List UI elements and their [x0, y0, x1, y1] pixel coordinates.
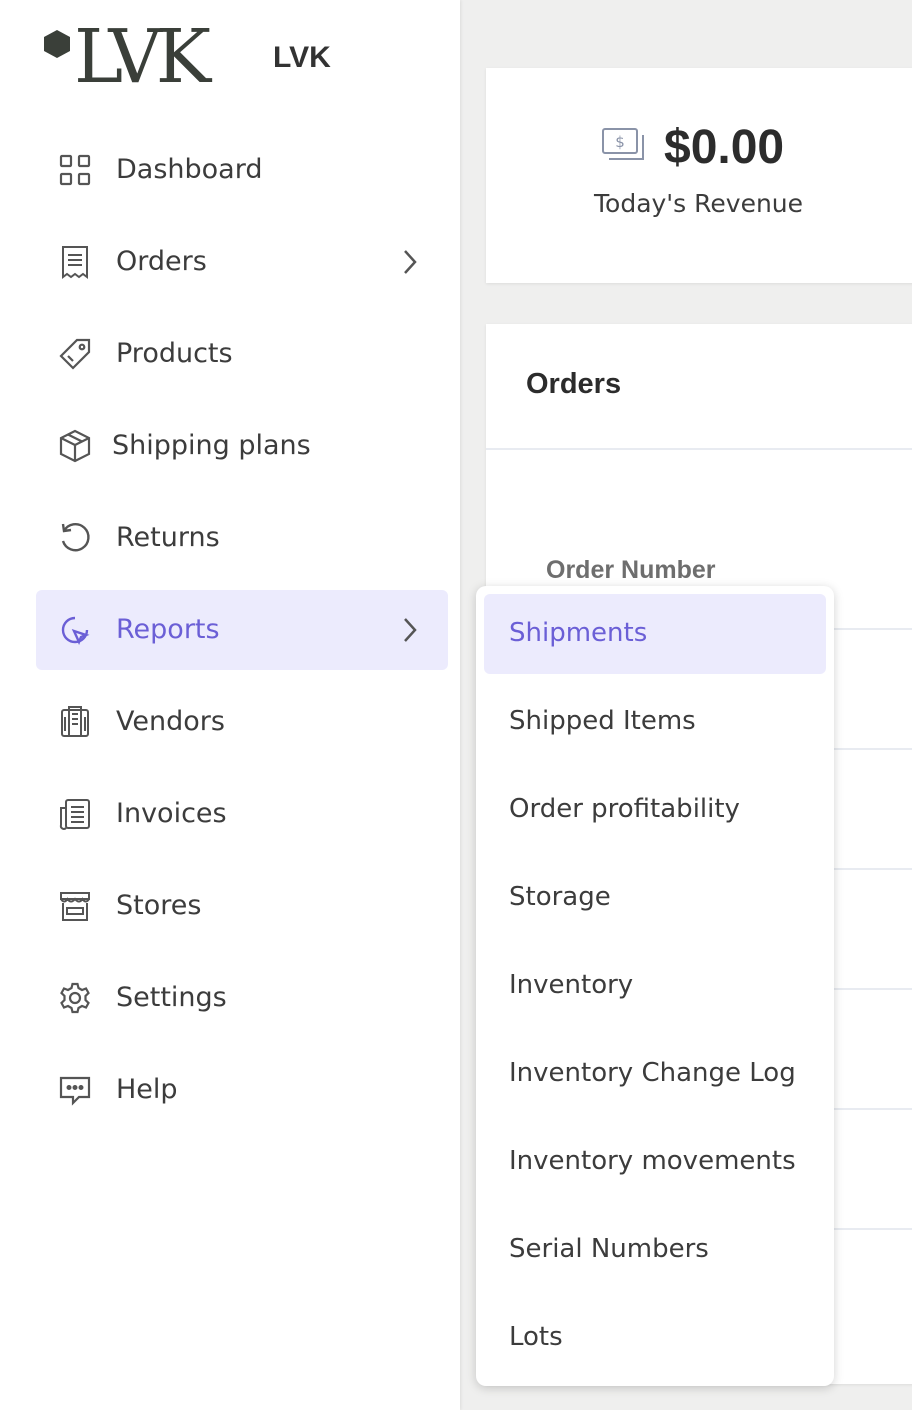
sidebar-item-orders[interactable]: Orders [36, 222, 448, 302]
menu-item-label: Inventory Change Log [509, 1058, 796, 1088]
menu-item-order-profitability[interactable]: Order profitability [484, 770, 826, 850]
revenue-label: Today's Revenue [594, 189, 804, 218]
document-icon [59, 799, 90, 830]
pie-chart-icon [61, 616, 90, 646]
building-icon [61, 706, 89, 737]
sidebar-item-invoices[interactable]: Invoices [36, 774, 448, 854]
sidebar-item-shipping-plans[interactable]: Shipping plans [36, 406, 448, 486]
menu-item-lots[interactable]: Lots [484, 1298, 826, 1378]
chevron-right-icon[interactable] [400, 248, 420, 276]
hexagon-icon [44, 30, 70, 58]
sidebar-item-label: Settings [116, 982, 227, 1013]
logo-text: LVK [74, 14, 211, 100]
menu-item-shipments[interactable]: Shipments [484, 594, 826, 674]
menu-item-inventory-movements[interactable]: Inventory movements [484, 1122, 826, 1202]
sidebar-item-returns[interactable]: Returns [36, 498, 448, 578]
orders-card-title: Orders [526, 368, 622, 400]
sidebar-nav: Dashboard Orders Products Shipping plans… [36, 130, 448, 1142]
menu-item-inventory-change-log[interactable]: Inventory Change Log [484, 1034, 826, 1114]
sidebar-item-vendors[interactable]: Vendors [36, 682, 448, 762]
menu-item-label: Order profitability [509, 794, 740, 824]
menu-item-label: Serial Numbers [509, 1234, 709, 1264]
tag-icon [59, 338, 91, 370]
menu-item-label: Inventory movements [509, 1146, 796, 1176]
menu-item-serial-numbers[interactable]: Serial Numbers [484, 1210, 826, 1290]
receipt-icon [62, 246, 88, 279]
grid-icon [59, 154, 91, 186]
sidebar-item-label: Returns [116, 522, 220, 553]
sidebar-item-dashboard[interactable]: Dashboard [36, 130, 448, 210]
sidebar-item-label: Stores [116, 890, 202, 921]
sidebar-item-label: Dashboard [116, 154, 263, 185]
menu-item-label: Storage [509, 882, 611, 912]
storefront-icon [60, 892, 90, 921]
sidebar-item-label: Orders [116, 246, 207, 277]
menu-item-label: Lots [509, 1322, 563, 1352]
rotate-icon [61, 523, 90, 552]
svg-text:$: $ [615, 133, 625, 151]
menu-item-label: Shipped Items [509, 706, 696, 736]
divider [486, 448, 912, 450]
menu-item-shipped-items[interactable]: Shipped Items [484, 682, 826, 762]
gear-icon [60, 982, 90, 1014]
sidebar-item-help[interactable]: Help [36, 1050, 448, 1130]
sidebar-item-products[interactable]: Products [36, 314, 448, 394]
menu-item-label: Inventory [509, 970, 634, 1000]
menu-item-inventory[interactable]: Inventory [484, 946, 826, 1026]
column-header-order-number[interactable]: Order Number [546, 556, 715, 585]
sidebar-item-reports[interactable]: Reports [36, 590, 448, 670]
revenue-card: $ $0.00 Today's Revenue [486, 68, 912, 283]
brand[interactable]: LVK LVK [40, 14, 360, 100]
revenue-amount: $0.00 [664, 121, 785, 174]
chevron-right-icon[interactable] [400, 616, 420, 644]
sidebar-item-label: Help [116, 1074, 178, 1105]
sidebar: LVK LVK Dashboard Orders Products Shippi… [0, 0, 460, 1410]
chat-icon [59, 1076, 91, 1106]
box-icon [59, 429, 91, 463]
brand-logo[interactable]: LVK [40, 14, 240, 100]
sidebar-item-settings[interactable]: Settings [36, 958, 448, 1038]
money-icon: $ [602, 128, 644, 160]
sidebar-item-label: Reports [116, 614, 220, 645]
sidebar-item-label: Vendors [116, 706, 225, 737]
sidebar-item-label: Invoices [116, 798, 227, 829]
brand-name: LVK [273, 41, 331, 74]
sidebar-item-stores[interactable]: Stores [36, 866, 448, 946]
menu-item-storage[interactable]: Storage [484, 858, 826, 938]
sidebar-item-label: Shipping plans [112, 430, 311, 461]
sidebar-item-label: Products [116, 338, 233, 369]
menu-item-label: Shipments [509, 618, 648, 648]
reports-submenu: Shipments Shipped Items Order profitabil… [476, 586, 834, 1386]
